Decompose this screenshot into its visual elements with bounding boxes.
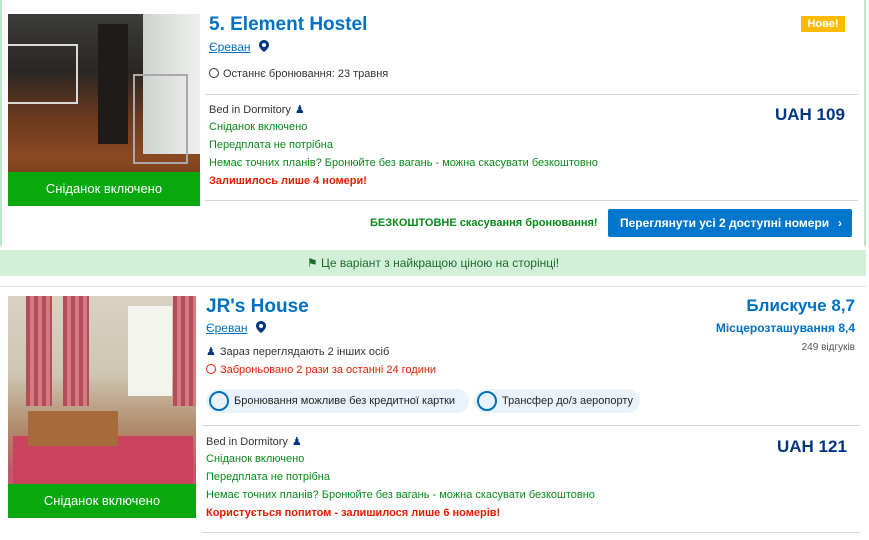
booked-recently-text: Заброньовано 2 рази за останні 24 години <box>220 364 437 376</box>
photo-window <box>128 306 172 396</box>
best-price-text: Це варіант з найкращою ціною на сторінці… <box>320 256 560 270</box>
no-credit-card-badge: Бронювання можливе без кредитної картки <box>206 389 469 413</box>
airport-shuttle-badge: Трансфер до/з аеропорту <box>474 389 640 413</box>
rooms-left-warning: Користується попитом - залишилося лише 6… <box>206 507 501 519</box>
review-count[interactable]: 249 відгуків <box>802 342 855 353</box>
hostel-photo[interactable]: Сніданок включено <box>8 296 196 518</box>
person-icon: ♟ <box>291 436 302 448</box>
person-icon: ♟ <box>294 104 305 116</box>
hotel-title[interactable]: JR's House <box>206 296 309 318</box>
best-price-bar: ⚑ Це варіант з найкращою ціною на сторін… <box>0 250 866 276</box>
price: UAH 121 <box>777 437 847 456</box>
clock-icon <box>209 68 219 78</box>
free-cancel-note: Немає точних планів? Бронюйте без вагань… <box>206 489 595 501</box>
view-rooms-button[interactable]: Переглянути усі 2 доступні номери › <box>608 209 852 237</box>
hotel-title[interactable]: 5. Element Hostel <box>209 14 367 36</box>
room-type: Bed in Dormitory ♟ <box>209 103 305 116</box>
room-type: Bed in Dormitory ♟ <box>206 435 302 448</box>
hostel-photo[interactable]: Сніданок включено <box>8 14 200 206</box>
divider <box>205 200 858 201</box>
no-prepayment: Передплата не потрібна <box>206 471 330 483</box>
view-rooms-label: Переглянути усі 2 доступні номери <box>620 216 830 230</box>
photo-curtain <box>63 296 89 406</box>
breakfast-included: Сніданок включено <box>209 121 308 133</box>
rooms-left-warning: Залишилось лише 4 номери! <box>209 175 367 187</box>
credit-card-icon <box>209 391 229 411</box>
location-score: Місцерозташування 8,4 <box>715 321 855 335</box>
chevron-right-icon: › <box>838 216 842 230</box>
map-pin-icon[interactable] <box>259 40 269 52</box>
no-credit-card-text: Бронювання можливе без кредитної картки <box>234 395 456 407</box>
price: UAH 109 <box>775 105 845 124</box>
viewing-now-text: Зараз переглядають 2 інших осіб <box>219 346 390 358</box>
last-booking-text: Останнє бронювання: 23 травня <box>223 68 389 80</box>
photo-table <box>28 411 118 446</box>
free-cancellation: БЕЗКОШТОВНЕ скасування бронювання! <box>370 217 598 229</box>
breakfast-ribbon: Сніданок включено <box>8 172 200 206</box>
breakfast-included: Сніданок включено <box>206 453 305 465</box>
map-pin-icon[interactable] <box>256 321 266 333</box>
photo-bunk <box>8 44 78 104</box>
clock-icon <box>206 364 216 374</box>
photo-curtain <box>26 296 52 406</box>
booked-recently: Заброньовано 2 рази за останні 24 години <box>206 364 436 376</box>
room-type-text: Bed in Dormitory <box>209 104 291 116</box>
airport-shuttle-text: Трансфер до/з аеропорту <box>502 395 634 407</box>
photo-bunk <box>133 74 188 164</box>
shuttle-icon <box>477 391 497 411</box>
city-link[interactable]: Єреван <box>209 40 251 54</box>
viewing-now: ♟ Зараз переглядають 2 інших осіб <box>206 345 389 358</box>
divider <box>205 94 858 95</box>
breakfast-ribbon: Сніданок включено <box>8 484 196 518</box>
last-booking: Останнє бронювання: 23 травня <box>209 68 388 80</box>
city-link[interactable]: Єреван <box>206 321 248 335</box>
tag-icon: ⚑ <box>306 256 318 270</box>
new-badge: Нове! <box>801 16 845 32</box>
photo-door <box>98 24 128 144</box>
free-cancel-note: Немає точних планів? Бронюйте без вагань… <box>209 157 598 169</box>
no-prepayment: Передплата не потрібна <box>209 139 333 151</box>
review-score[interactable]: Блискуче 8,7 <box>746 296 855 316</box>
person-icon: ♟ <box>206 346 216 358</box>
photo-curtain <box>173 296 196 406</box>
room-type-text: Bed in Dormitory <box>206 436 288 448</box>
divider <box>202 532 860 533</box>
divider <box>202 425 860 426</box>
